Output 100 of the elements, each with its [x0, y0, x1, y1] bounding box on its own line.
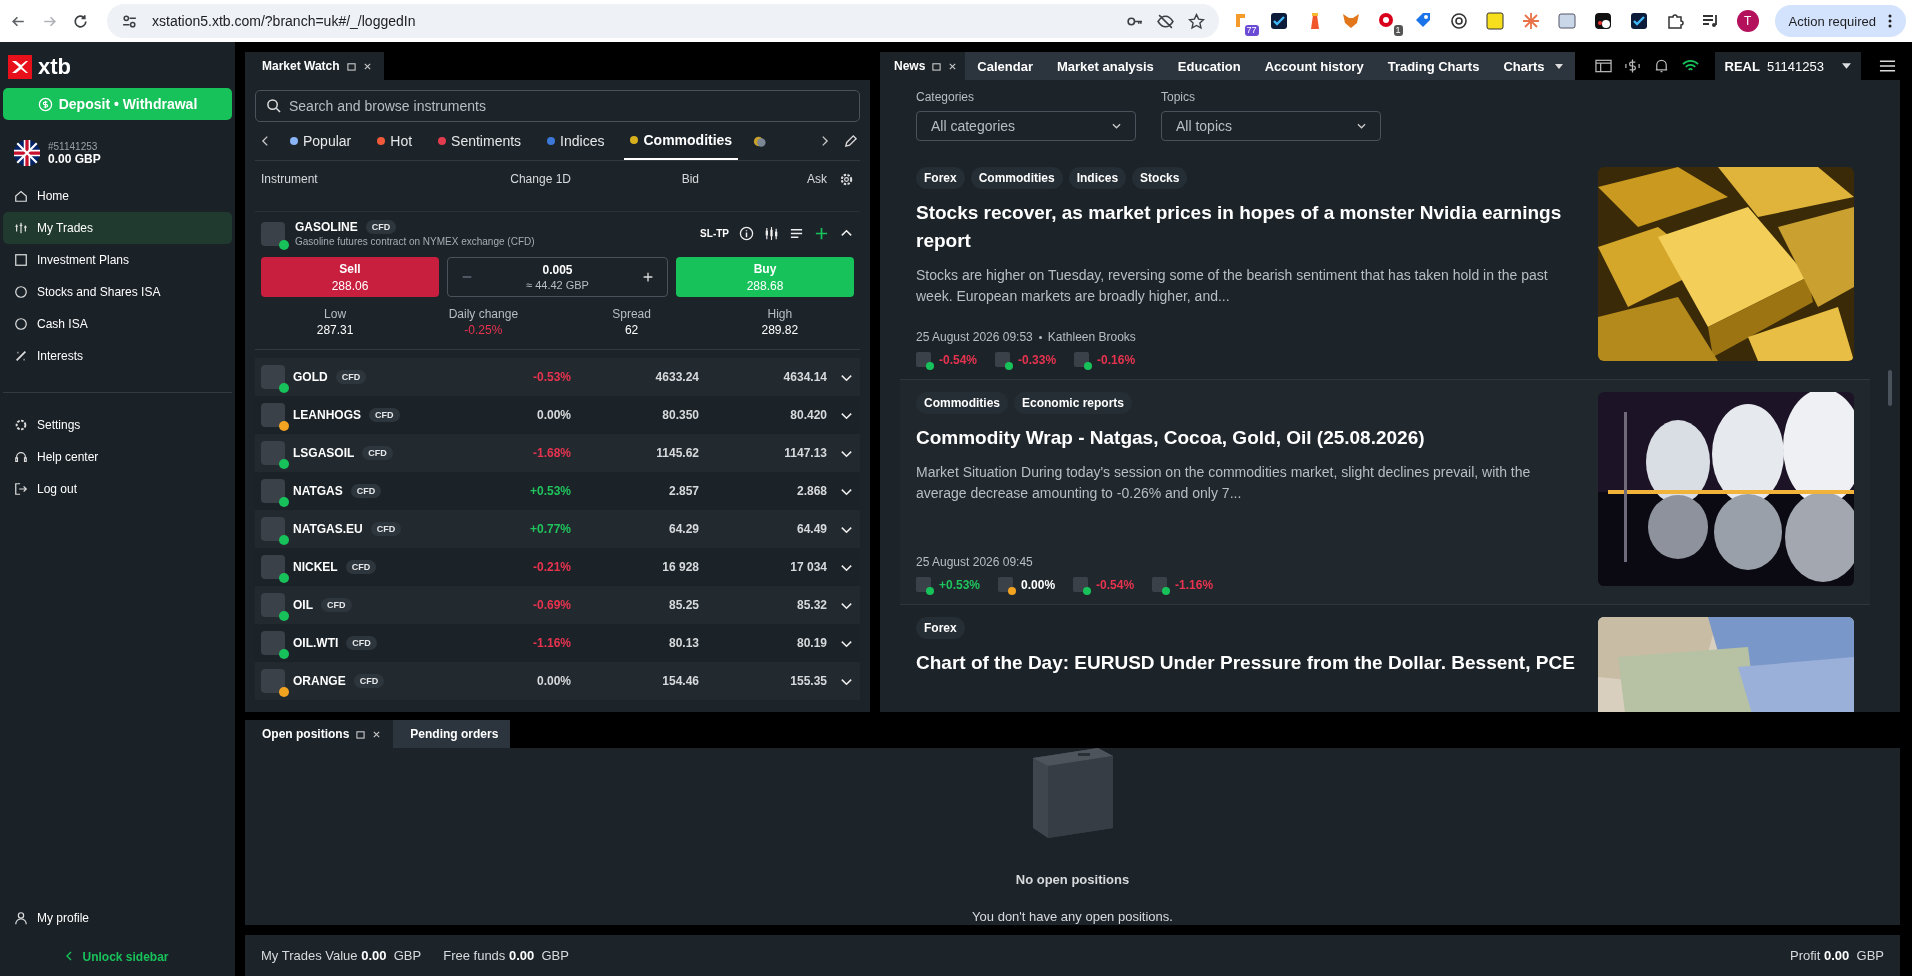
- instrument-row[interactable]: ORANGE CFD 0.00% 154.46 155.35: [255, 662, 860, 700]
- panel-tab[interactable]: Open positions: [245, 720, 394, 748]
- bid-cell-text: 1145.62: [655, 446, 699, 460]
- filter-dropdown[interactable]: All categories: [916, 111, 1136, 141]
- article-title[interactable]: Stocks recover, as market prices in hopes of a monster Nvidia earnings report: [916, 199, 1578, 255]
- panel-title: News: [894, 59, 926, 73]
- instrument-row[interactable]: GOLD CFD -0.53% 4633.24 4634.14: [255, 358, 860, 396]
- instrument-description: Gasoline futures contract on NYMEX exchange (CFD): [295, 236, 535, 247]
- bid-cell-text: 80.350: [661, 408, 699, 422]
- instrument-type-tag: CFD: [353, 674, 385, 688]
- instrument-type-tag: CFD: [370, 522, 402, 536]
- empty-state-message: You don't have any open positions.: [972, 909, 1173, 924]
- stat-value: -0.25%: [464, 323, 503, 337]
- instrument-type-tag: CFD: [365, 220, 397, 234]
- bid-cell-text: 154.46: [661, 674, 699, 688]
- ask-cell-text: 64.49: [795, 522, 827, 536]
- action-required-button[interactable]: Action required: [1774, 5, 1906, 37]
- sidebar-item[interactable]: Interests: [3, 340, 232, 372]
- bid-cell-text: 85.25: [667, 598, 699, 612]
- volume-value: 0.005: [542, 263, 573, 277]
- panel-tab[interactable]: Trading Charts: [1375, 52, 1492, 80]
- profile-avatar[interactable]: T: [1736, 10, 1759, 32]
- extension-badge: 77: [1244, 25, 1259, 36]
- panel-tab[interactable]: Calendar: [965, 52, 1045, 80]
- ticker-change: +0.53%: [939, 577, 981, 592]
- panel-tab[interactable]: Market Watch: [245, 52, 384, 80]
- sidebar-item[interactable]: Log out: [3, 473, 232, 505]
- category-tab[interactable]: Sentiments: [432, 122, 528, 160]
- change-cell-text: 0.00%: [535, 408, 571, 422]
- stat-label: Daily change: [448, 307, 519, 321]
- instrument-row[interactable]: NATGAS.EU CFD +0.77% 64.29 64.49: [255, 510, 860, 548]
- panel-tab[interactable]: Pending orders: [393, 720, 511, 748]
- address-bar[interactable]: xstation5.xtb.com/?branch=uk#/_/loggedIn: [107, 4, 1219, 38]
- ticker-change: -1.16%: [1175, 577, 1214, 592]
- stat-value: 287.31: [316, 323, 354, 337]
- instrument-name: GASOLINE: [295, 220, 358, 234]
- category-tab[interactable]: Commodities: [624, 122, 739, 160]
- change-cell-text: -1.68%: [531, 446, 571, 460]
- stat-label: Spread: [612, 307, 651, 321]
- sidebar-item[interactable]: Cash ISA: [3, 308, 232, 340]
- sidebar-item[interactable]: Settings: [3, 409, 232, 441]
- news-tag[interactable]: Stocks: [1132, 167, 1188, 189]
- url-text: xstation5.xtb.com/?branch=uk#/_/loggedIn: [152, 13, 416, 29]
- panel-title: Open positions: [262, 727, 350, 741]
- filter-label: Categories: [916, 90, 976, 104]
- category-tab[interactable]: Hot: [371, 122, 419, 160]
- panel-tab[interactable]: Market analysis: [1045, 52, 1166, 80]
- article-author: Kathleen Brooks: [1047, 330, 1136, 344]
- ticker-change: 0.00%: [1021, 577, 1056, 592]
- instrument-name: OIL.WTI: [293, 636, 339, 650]
- sidebar-item[interactable]: Investment Plans: [3, 244, 232, 276]
- change-cell-text: -1.16%: [531, 636, 571, 650]
- article-title[interactable]: Commodity Wrap - Natgas, Cocoa, Gold, Oil (25.08.2026): [916, 424, 1578, 452]
- my-profile-link[interactable]: My profile: [3, 902, 232, 934]
- category-tab[interactable]: Indices: [541, 122, 611, 160]
- instrument-type-tag: CFD: [345, 560, 377, 574]
- instrument-type-tag: CFD: [369, 408, 400, 422]
- news-tag[interactable]: Commodities: [970, 167, 1063, 189]
- unlock-sidebar-link[interactable]: Unlock sidebar: [3, 934, 232, 966]
- filter-label: Topics: [1161, 90, 1196, 104]
- filter-dropdown[interactable]: All topics: [1161, 111, 1381, 141]
- news-tag[interactable]: Forex: [916, 167, 965, 189]
- instrument-row[interactable]: LSGASOIL CFD -1.68% 1145.62 1147.13: [255, 434, 860, 472]
- search-field[interactable]: Search and browse instruments: [255, 90, 860, 122]
- panel-tab[interactable]: News: [880, 52, 966, 80]
- instrument-row[interactable]: OIL CFD -0.69% 85.25 85.32: [255, 586, 860, 624]
- column-header: Ask: [806, 172, 827, 186]
- instrument-name: NATGAS.EU: [293, 522, 363, 536]
- ask-cell-text: 85.32: [795, 598, 827, 612]
- bid-cell-text: 2.857: [667, 484, 699, 498]
- status-item: Free funds 0.00 GBP: [443, 948, 569, 963]
- panel-tab[interactable]: Education: [1165, 52, 1253, 80]
- sidebar-item[interactable]: Stocks and Shares ISA: [3, 276, 232, 308]
- change-cell-text: +0.77%: [528, 522, 571, 536]
- account-balance: 0.00 GBP: [48, 151, 101, 166]
- sl-tp-button[interactable]: SL-TP: [700, 228, 729, 239]
- news-tag[interactable]: Commodities: [916, 392, 1008, 414]
- article-title[interactable]: Chart of the Day: EURUSD Under Pressure from the Dollar. Bessent, PCE: [916, 649, 1578, 677]
- ask-cell-text: 2.868: [795, 484, 827, 498]
- instrument-name: LSGASOIL: [293, 446, 355, 460]
- ask-cell-text: 1147.13: [783, 446, 827, 460]
- sidebar-item[interactable]: My Trades: [3, 212, 232, 244]
- instrument-type-tag: CFD: [346, 636, 377, 650]
- article-date: 25 August 2026 09:45: [916, 555, 1033, 569]
- change-cell-text: -0.69%: [531, 598, 571, 612]
- news-tag[interactable]: Economic reports: [1014, 392, 1133, 414]
- instrument-type-tag: CFD: [350, 484, 382, 498]
- panel-tab[interactable]: Account history: [1252, 52, 1376, 80]
- news-tag[interactable]: Indices: [1068, 167, 1127, 189]
- news-tag[interactable]: Forex: [916, 617, 965, 639]
- status-item: My Trades Value 0.00 GBP: [261, 948, 422, 963]
- bid-cell-text: 4633.24: [654, 370, 699, 384]
- sell-button[interactable]: Sell 288.06: [261, 257, 439, 297]
- instrument-type-tag: CFD: [321, 598, 352, 612]
- account-selector[interactable]: REAL 51141253: [1714, 52, 1861, 80]
- category-tab[interactable]: Popular: [284, 122, 358, 160]
- panel-tab[interactable]: Charts: [1491, 52, 1575, 80]
- sidebar-item[interactable]: Home: [3, 180, 232, 212]
- bid-cell-text: 16 928: [661, 560, 699, 574]
- sidebar-item[interactable]: Help center: [3, 441, 232, 473]
